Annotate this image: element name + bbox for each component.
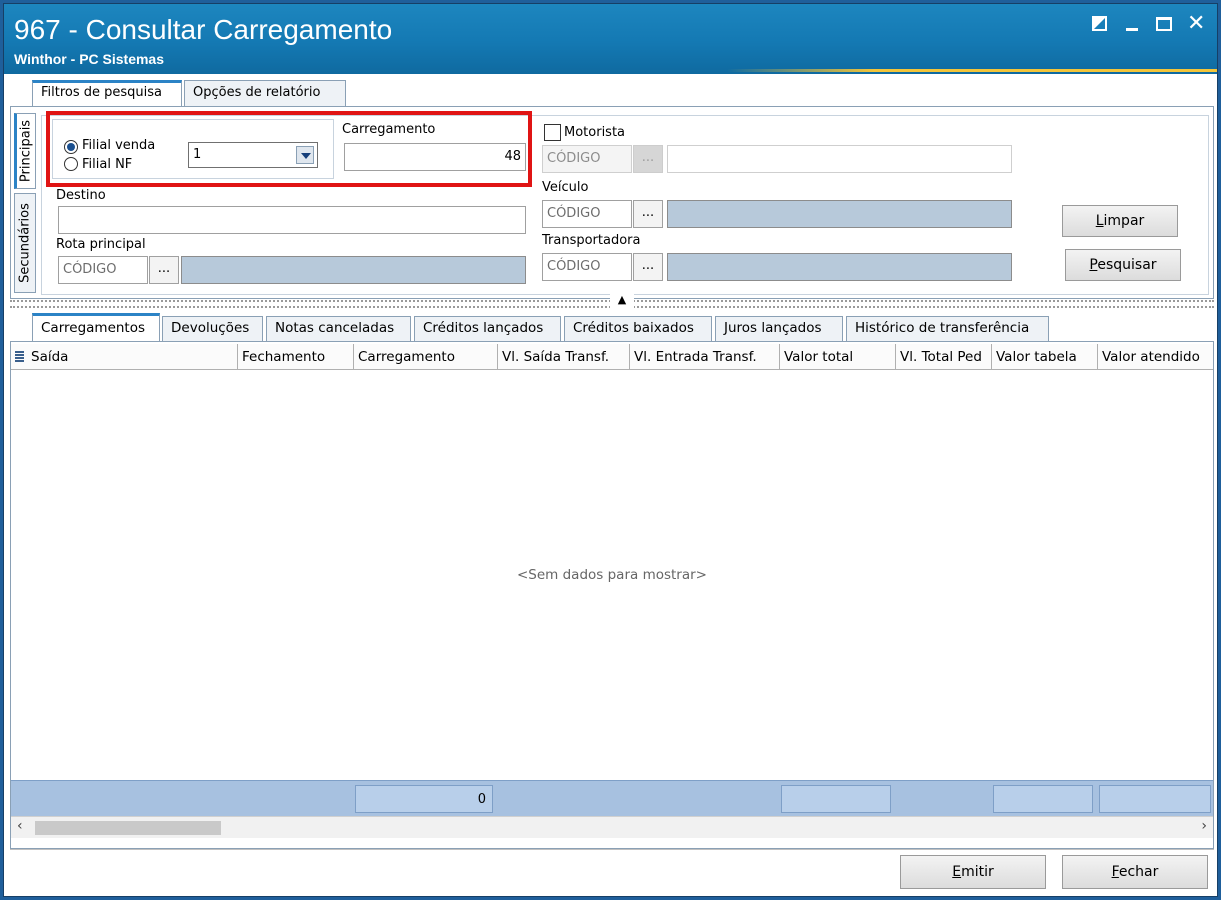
main-window: 967 - Consultar Carregamento Winthor - P… — [3, 3, 1218, 897]
motorista-description — [667, 145, 1012, 173]
col-vl-entrada-transf[interactable]: Vl. Entrada Transf. — [629, 344, 779, 370]
tab-carregamentos[interactable]: Carregamentos — [32, 313, 160, 341]
veiculo-label: Veículo — [542, 180, 589, 195]
tab-filtros-de-pesquisa[interactable]: Filtros de pesquisa — [32, 80, 182, 107]
grid-header: Saída Fechamento Carregamento Vl. Saída … — [11, 344, 1213, 370]
grid-summary-footer: 0 — [11, 780, 1213, 816]
transportadora-code-input[interactable]: CÓDIGO — [542, 253, 632, 281]
tab-notas-canceladas[interactable]: Notas canceladas — [266, 316, 411, 341]
chevron-left-icon[interactable]: ‹ — [17, 818, 23, 834]
grid-tabs: Carregamentos Devoluções Notas cancelada… — [10, 313, 1214, 341]
tab-label: Histórico de transferência — [855, 320, 1030, 336]
col-fechamento[interactable]: Fechamento — [237, 344, 353, 370]
tab-devolucoes[interactable]: Devoluções — [162, 316, 263, 341]
tab-label: Notas canceladas — [275, 320, 395, 336]
no-data-message: <Sem dados para mostrar> — [516, 567, 707, 583]
tab-label: Carregamentos — [41, 320, 146, 336]
window-title: 967 - Consultar Carregamento — [14, 14, 393, 45]
tab-creditos-lancados[interactable]: Créditos lançados — [414, 316, 561, 341]
column-chooser-icon[interactable] — [15, 351, 24, 362]
col-valor-tabela[interactable]: Valor tabela — [991, 344, 1097, 370]
maximize-icon[interactable] — [1156, 14, 1172, 34]
tab-opcoes-de-relatorio[interactable]: Opções de relatório — [184, 80, 346, 106]
fechar-button[interactable]: Fechar — [1062, 855, 1208, 889]
footer-valor-total — [781, 785, 891, 813]
tab-label: Devoluções — [171, 320, 250, 336]
window-subtitle: Winthor - PC Sistemas — [14, 51, 165, 67]
col-saida[interactable]: Saída — [27, 344, 237, 370]
restore-icon[interactable] — [1092, 14, 1107, 34]
col-vl-saida-transf[interactable]: Vl. Saída Transf. — [497, 344, 629, 370]
close-icon[interactable]: ✕ — [1187, 13, 1205, 35]
col-valor-atendido[interactable]: Valor atendido — [1097, 344, 1213, 370]
rota-principal-label: Rota principal — [56, 237, 146, 252]
motorista-label: Motorista — [564, 125, 626, 140]
motorista-lookup-button[interactable]: ... — [633, 145, 663, 173]
motorista-code-input[interactable]: CÓDIGO — [542, 145, 632, 173]
tab-historico-de-transferencia[interactable]: Histórico de transferência — [846, 316, 1049, 341]
motorista-checkbox[interactable] — [544, 124, 561, 141]
footer-valor-atendido — [1099, 785, 1211, 813]
filters-panel: Principais Secundários Filial venda Fili… — [10, 106, 1214, 299]
footer-carregamento-total: 0 — [355, 785, 493, 813]
transportadora-description — [667, 253, 1012, 281]
rota-lookup-button[interactable]: ... — [149, 256, 179, 284]
horizontal-scrollbar[interactable]: ‹ › — [11, 816, 1213, 838]
footer-valor-tabela — [993, 785, 1093, 813]
side-tab-principais[interactable]: Principais — [14, 113, 36, 189]
title-accent-line — [727, 69, 1217, 72]
limpar-button[interactable]: Limpar — [1062, 205, 1178, 237]
chevron-right-icon[interactable]: › — [1201, 818, 1207, 834]
minimize-icon[interactable] — [1126, 14, 1138, 34]
side-tab-secundarios[interactable]: Secundários — [14, 193, 36, 293]
col-valor-total[interactable]: Valor total — [779, 344, 895, 370]
panel-splitter[interactable]: ▲ — [10, 294, 1214, 308]
filters-inner: Filial venda Filial NF 1 Carregamento 48… — [41, 111, 1209, 295]
col-vl-total-ped[interactable]: Vl. Total Ped — [895, 344, 991, 370]
transportadora-lookup-button[interactable]: ... — [633, 253, 663, 281]
app-frame: 967 - Consultar Carregamento Winthor - P… — [0, 0, 1221, 900]
emitir-label: mitir — [961, 864, 994, 880]
tab-label: Créditos lançados — [423, 320, 544, 336]
scroll-thumb[interactable] — [35, 821, 221, 835]
veiculo-description — [667, 200, 1012, 228]
veiculo-lookup-button[interactable]: ... — [633, 200, 663, 228]
chevron-up-icon[interactable]: ▲ — [610, 294, 634, 308]
title-bar: 967 - Consultar Carregamento Winthor - P… — [4, 4, 1217, 74]
fechar-label: echar — [1118, 864, 1159, 880]
limpar-mnemonic: L — [1095, 213, 1104, 229]
rota-code-input[interactable]: CÓDIGO — [58, 256, 148, 284]
col-carregamento[interactable]: Carregamento — [353, 344, 497, 370]
pesquisar-button[interactable]: Pesquisar — [1065, 249, 1181, 281]
veiculo-code-input[interactable]: CÓDIGO — [542, 200, 632, 228]
tab-label: Juros lançados — [724, 320, 822, 336]
destino-label: Destino — [56, 188, 106, 203]
tab-label: Créditos baixados — [573, 320, 694, 336]
highlight-box — [46, 111, 532, 187]
pesquisar-label: esquisar — [1097, 257, 1157, 273]
rota-description — [181, 256, 526, 284]
transportadora-label: Transportadora — [542, 233, 641, 248]
side-tab-label: Secundários — [17, 203, 33, 283]
emitir-button[interactable]: Emitir — [900, 855, 1046, 889]
tab-juros-lancados[interactable]: Juros lançados — [715, 316, 843, 341]
tab-label: Filtros de pesquisa — [41, 85, 163, 100]
data-grid: Saída Fechamento Carregamento Vl. Saída … — [10, 341, 1214, 849]
side-tab-label: Principais — [18, 119, 34, 183]
limpar-label: impar — [1103, 213, 1145, 229]
tab-label: Opções de relatório — [193, 85, 321, 100]
emitir-mnemonic: E — [952, 864, 962, 880]
destino-input[interactable] — [58, 206, 526, 234]
tab-creditos-baixados[interactable]: Créditos baixados — [564, 316, 712, 341]
fechar-mnemonic: F — [1111, 864, 1119, 880]
action-bar: Emitir Fechar — [10, 849, 1214, 895]
